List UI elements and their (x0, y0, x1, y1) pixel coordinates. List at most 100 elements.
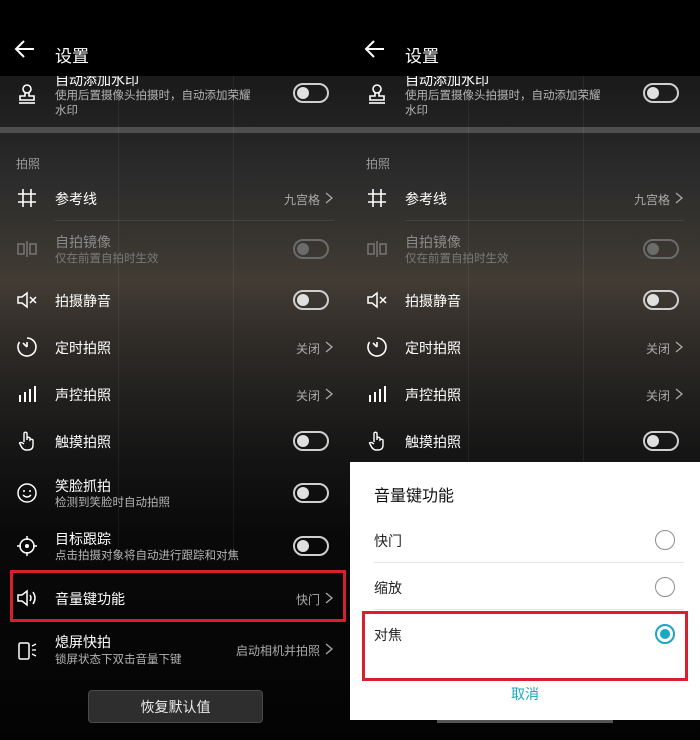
sound-bars-icon (369, 386, 386, 402)
sound-bars-icon (19, 386, 36, 402)
row-divider (405, 220, 684, 221)
timer-value: 关闭 (295, 342, 320, 356)
touch-label: 触摸拍照 (55, 435, 111, 451)
chevron-right-icon (675, 192, 683, 204)
chevron-right-icon (325, 592, 333, 604)
ultra-snapshot-desc: 锁屏状态下双击音量下键 (55, 652, 182, 666)
watermark-toggle[interactable] (293, 83, 329, 103)
mute-toggle[interactable] (643, 290, 679, 310)
timer-label: 定时拍照 (405, 341, 461, 357)
ultra-snapshot-label: 熄屏快拍 (55, 635, 111, 651)
chevron-right-icon (325, 341, 333, 353)
smile-toggle[interactable] (293, 483, 329, 503)
touch-icon (18, 431, 34, 451)
smile-icon (17, 483, 37, 503)
touch-row[interactable]: 触摸拍照 (350, 419, 700, 463)
mirror-toggle[interactable] (643, 239, 679, 259)
option-label: 快门 (374, 534, 402, 550)
gridlines-row[interactable]: 参考线 九宫格 (350, 176, 700, 220)
watermark-desc: 使用后置摄像头拍摄时，自动添加荣耀 (55, 88, 251, 102)
tracking-toggle[interactable] (293, 536, 329, 556)
gridlines-value: 九宫格 (633, 193, 670, 207)
smile-row[interactable]: 笑脸抓拍 检测到笑脸时自动拍照 (0, 470, 350, 516)
option-divider (374, 609, 684, 610)
phone-snapshot-icon (18, 642, 37, 660)
dialog-title: 音量键功能 (374, 486, 455, 505)
radio-button[interactable] (655, 530, 675, 550)
tracking-desc: 点击拍摄对象将自动进行跟踪和对焦 (55, 548, 239, 562)
option-focus[interactable]: 对焦 (350, 611, 700, 657)
touch-toggle[interactable] (643, 431, 679, 451)
mirror-row[interactable]: 自拍镜像 仅在前置自拍时生效 (350, 226, 700, 272)
restore-defaults-button[interactable]: 恢复默认值 (88, 690, 263, 723)
audio-label: 声控拍照 (405, 388, 461, 404)
smile-label: 笑脸抓拍 (55, 479, 111, 495)
ultra-snapshot-row[interactable]: 熄屏快拍 锁屏状态下双击音量下键 启动相机并拍照 (0, 628, 350, 674)
mirror-icon (367, 241, 387, 257)
mute-toggle[interactable] (293, 290, 329, 310)
option-zoom[interactable]: 缩放 (350, 564, 700, 610)
radio-button[interactable] (655, 577, 675, 597)
gridlines-value: 九宫格 (283, 193, 320, 207)
option-divider (374, 562, 684, 563)
mute-row[interactable]: 拍摄静音 (350, 278, 700, 322)
chevron-right-icon (675, 388, 683, 400)
mute-label: 拍摄静音 (55, 294, 111, 310)
page-title: 设置 (405, 47, 439, 67)
top-bar: 设置 (0, 0, 350, 76)
back-arrow-icon[interactable] (364, 38, 386, 60)
option-label: 对焦 (374, 628, 402, 644)
stamp-icon (369, 84, 385, 104)
stamp-icon (19, 84, 35, 104)
smile-desc: 检测到笑脸时自动拍照 (55, 495, 170, 509)
audio-value: 关闭 (645, 389, 670, 403)
mute-row[interactable]: 拍摄静音 (0, 278, 350, 322)
watermark-desc: 使用后置摄像头拍摄时，自动添加荣耀 (405, 88, 601, 102)
timer-icon (367, 337, 387, 357)
cancel-button[interactable]: 取消 (350, 684, 700, 704)
tracking-label: 目标跟踪 (55, 532, 111, 548)
volume-icon (17, 589, 36, 607)
audio-row[interactable]: 声控拍照 关闭 (0, 372, 350, 416)
mirror-toggle[interactable] (293, 239, 329, 259)
touch-toggle[interactable] (293, 431, 329, 451)
timer-icon (17, 337, 37, 357)
tracking-row[interactable]: 目标跟踪 点击拍摄对象将自动进行跟踪和对焦 (0, 523, 350, 569)
chevron-right-icon (325, 192, 333, 204)
top-bar: 设置 (350, 0, 700, 76)
section-header-photo: 拍照 (16, 157, 41, 171)
section-header-photo: 拍照 (366, 157, 391, 171)
touch-label: 触摸拍照 (405, 435, 461, 451)
grid-icon (368, 189, 386, 207)
option-shutter[interactable]: 快门 (350, 517, 700, 563)
radio-button-selected[interactable] (655, 624, 675, 644)
row-divider (55, 220, 334, 221)
mute-icon (17, 291, 37, 309)
touch-icon (368, 431, 384, 451)
volume-key-row[interactable]: 音量键功能 快门 (0, 576, 350, 620)
audio-row[interactable]: 声控拍照 关闭 (350, 372, 700, 416)
mirror-icon (17, 241, 37, 257)
audio-label: 声控拍照 (55, 388, 111, 404)
gridlines-row[interactable]: 参考线 九宫格 (0, 176, 350, 220)
touch-row[interactable]: 触摸拍照 (0, 419, 350, 463)
watermark-desc-2: 水印 (405, 103, 428, 117)
page-title: 设置 (55, 47, 89, 67)
audio-value: 关闭 (295, 389, 320, 403)
mirror-row[interactable]: 自拍镜像 仅在前置自拍时生效 (0, 226, 350, 272)
timer-row[interactable]: 定时拍照 关闭 (0, 325, 350, 369)
grid-icon (18, 189, 36, 207)
timer-row[interactable]: 定时拍照 关闭 (350, 325, 700, 369)
chevron-right-icon (675, 341, 683, 353)
volume-key-value: 快门 (295, 593, 320, 607)
timer-value: 关闭 (645, 342, 670, 356)
ultra-snapshot-value: 启动相机并拍照 (235, 644, 320, 658)
mute-icon (367, 291, 387, 309)
timer-label: 定时拍照 (55, 341, 111, 357)
back-arrow-icon[interactable] (14, 38, 36, 60)
mute-label: 拍摄静音 (405, 294, 461, 310)
chevron-right-icon (325, 643, 333, 655)
mirror-desc: 仅在前置自拍时生效 (405, 251, 509, 265)
watermark-toggle[interactable] (643, 83, 679, 103)
mirror-label: 自拍镜像 (55, 235, 111, 251)
